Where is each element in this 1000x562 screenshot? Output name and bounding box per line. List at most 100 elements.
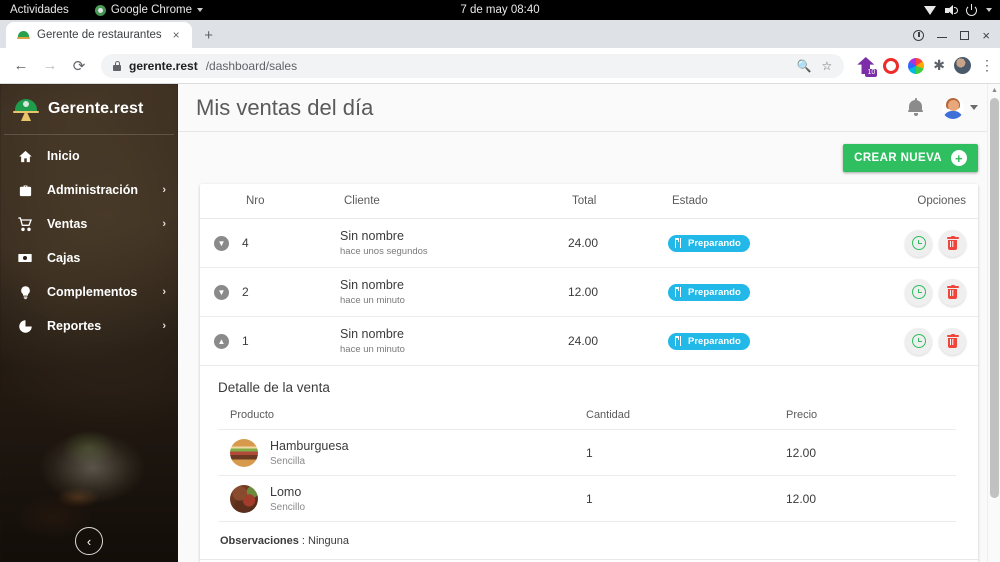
browser-tab[interactable]: Gerente de restaurantes × <box>6 22 192 48</box>
burger-thumbnail-icon <box>230 438 258 467</box>
caret-down-icon <box>197 8 203 12</box>
power-icon[interactable] <box>966 3 977 16</box>
activities-button[interactable]: Actividades <box>0 4 69 16</box>
page-title: Mis ventas del día <box>196 94 374 120</box>
table-row[interactable]: ▼ 2 Sin nombre hace un minuto 12.00 Prep… <box>200 268 978 317</box>
sidebar-item-complementos[interactable]: Complementos › <box>0 275 178 309</box>
table-row[interactable]: ▲ 1 Sin nombre hace un minuto 24.00 Prep… <box>200 317 978 366</box>
brand[interactable]: Gerente.rest <box>0 84 178 134</box>
detail-precio: 12.00 <box>786 445 817 460</box>
detail-cantidad: 1 <box>586 491 593 506</box>
back-button[interactable]: ← <box>8 53 34 79</box>
os-status-icons[interactable] <box>924 3 1000 16</box>
status-badge: Preparando <box>668 332 750 350</box>
history-clock-button[interactable] <box>905 278 932 306</box>
dth-producto: Producto <box>230 409 275 421</box>
scroll-up-icon[interactable]: ▲ <box>988 84 1000 97</box>
scrollbar-thumb[interactable] <box>990 98 999 498</box>
th-total: Total <box>572 195 597 207</box>
producto-descripcion: Sencilla <box>270 456 306 468</box>
clock-icon <box>911 236 926 250</box>
sidebar-item-cajas[interactable]: Cajas <box>0 241 178 275</box>
app-menu-chrome[interactable]: Google Chrome <box>94 4 203 16</box>
detail-producto: Hamburguesa Sencilla <box>230 438 586 467</box>
purple-extension-icon[interactable]: 10 <box>857 57 878 77</box>
bookmark-star-icon[interactable]: ☆ <box>822 59 833 73</box>
clock-icon <box>911 285 926 299</box>
sidebar-item-inicio[interactable]: Inicio <box>0 139 178 173</box>
maximize-icon[interactable] <box>960 31 970 40</box>
delete-button[interactable] <box>939 327 966 355</box>
status-badge: Preparando <box>668 283 750 301</box>
delete-button[interactable] <box>939 229 966 257</box>
address-bar[interactable]: gerente.rest/dashboard/sales 🔍 ☆ <box>101 53 845 78</box>
cliente-name: Sin nombre <box>340 228 404 243</box>
dth-precio: Precio <box>786 409 818 421</box>
browser-toolbar: ← → ⟳ gerente.rest/dashboard/sales 🔍 ☆ 1… <box>0 48 1000 84</box>
window-controls: × <box>913 29 1000 48</box>
chevron-up-icon[interactable]: ▲ <box>214 333 229 349</box>
cell-estado: Preparando <box>668 283 818 301</box>
delete-button[interactable] <box>939 278 966 306</box>
chrome-menu-icon[interactable]: ⋮ <box>980 57 994 74</box>
volume-icon[interactable] <box>945 4 958 16</box>
url-host: gerente.rest <box>129 58 198 73</box>
new-tab-button[interactable]: + <box>199 28 219 43</box>
cell-nro: 1 <box>242 334 249 348</box>
status-label: Preparando <box>688 237 741 249</box>
sidebar: Gerente.rest Inicio Administración › Ven… <box>0 84 178 562</box>
create-new-button[interactable]: CREAR NUEVA + <box>843 144 978 172</box>
puzzle-icon[interactable]: ✱ <box>933 57 945 74</box>
tab-close-icon[interactable]: × <box>169 29 184 41</box>
chevron-down-icon[interactable]: ▼ <box>214 235 229 251</box>
th-estado: Estado <box>672 195 708 207</box>
table-row[interactable]: ▼ 4 Sin nombre hace unos segundos 24.00 … <box>200 219 978 268</box>
opera-o-icon[interactable] <box>883 57 900 74</box>
reload-button[interactable]: ⟳ <box>66 53 92 79</box>
detail-producto: Lomo Sencillo <box>230 484 586 513</box>
row-expander-cell: ▼ <box>200 235 242 251</box>
bell-icon[interactable] <box>908 98 923 116</box>
page-scrollbar[interactable]: ▲ ▼ <box>987 84 1000 562</box>
chevron-right-icon: › <box>162 286 166 298</box>
sidebar-item-label: Ventas <box>47 217 88 231</box>
avatar <box>942 96 964 119</box>
caret-down-icon <box>970 105 978 110</box>
sidebar-item-administracion[interactable]: Administración › <box>0 173 178 207</box>
history-clock-button[interactable] <box>905 327 932 355</box>
system-menu-caret-icon[interactable] <box>986 8 992 12</box>
chevron-right-icon: › <box>162 320 166 332</box>
history-clock-button[interactable] <box>905 229 932 257</box>
cell-total: 24.00 <box>568 236 599 250</box>
cell-total: 24.00 <box>568 334 599 348</box>
forward-button[interactable]: → <box>37 53 63 79</box>
status-badge: Preparando <box>668 234 750 252</box>
user-menu[interactable] <box>942 96 978 119</box>
plus-icon: + <box>951 150 967 166</box>
cutlery-icon <box>675 336 683 346</box>
minimize-icon[interactable] <box>937 36 948 39</box>
brand-name: Gerente.rest <box>48 100 144 117</box>
sidebar-collapse-button[interactable]: ‹ <box>75 527 103 555</box>
sales-card: Nro Cliente Total Estado Opciones ▼ 4 Si… <box>200 184 978 562</box>
sidebar-item-ventas[interactable]: Ventas › <box>0 207 178 241</box>
browser-tab-strip: Gerente de restaurantes × + × <box>0 20 1000 48</box>
profile-circle-icon[interactable] <box>913 30 925 41</box>
chevron-down-icon[interactable]: ▼ <box>214 284 229 300</box>
extension-badge: 10 <box>865 69 878 77</box>
close-window-icon[interactable]: × <box>982 29 990 42</box>
zoom-out-icon[interactable]: 🔍 <box>797 59 812 73</box>
chrome-icon <box>94 4 106 16</box>
url-path: /dashboard/sales <box>205 58 298 73</box>
pie-chart-icon <box>16 317 34 335</box>
profile-avatar-icon[interactable] <box>954 57 971 74</box>
chevron-right-icon: › <box>162 184 166 196</box>
color-wheel-icon[interactable] <box>908 57 925 74</box>
dth-cantidad: Cantidad <box>586 409 631 421</box>
wifi-icon[interactable] <box>924 5 936 15</box>
sidebar-item-reportes[interactable]: Reportes › <box>0 309 178 343</box>
trash-icon <box>946 333 959 348</box>
trash-icon <box>946 284 959 299</box>
create-new-label: CREAR NUEVA <box>854 152 942 164</box>
status-label: Preparando <box>688 335 741 347</box>
